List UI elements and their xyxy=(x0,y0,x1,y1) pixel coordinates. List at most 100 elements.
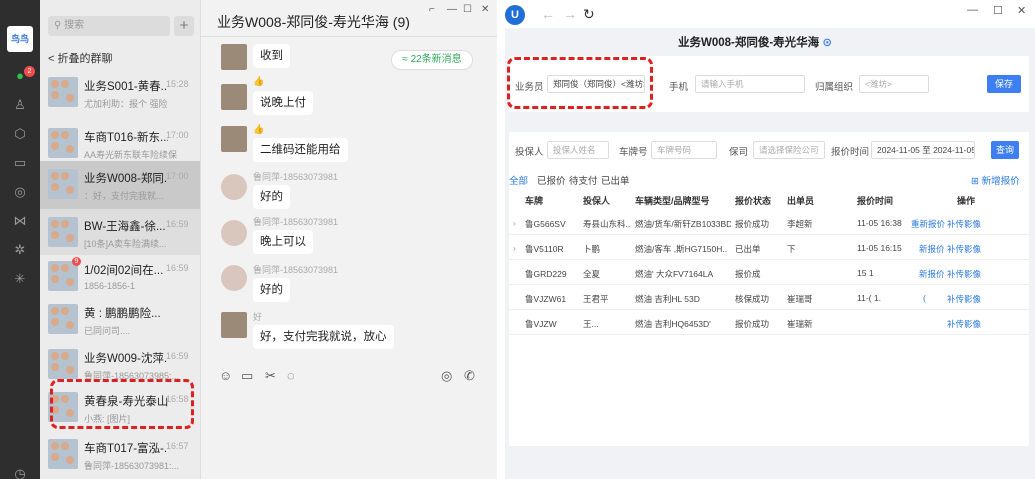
list-item[interactable]: 业务S001-黄春... 15:28 尤加利助：报个 强险 xyxy=(40,69,200,120)
tab-pending-payment[interactable]: 待支付 xyxy=(569,173,598,187)
phone-input[interactable]: 请输入手机 xyxy=(695,75,805,93)
chat-name: 车商T016-新东... xyxy=(84,132,168,144)
settings-icon[interactable]: ✲ xyxy=(12,242,28,258)
group-avatar xyxy=(48,349,78,379)
upload-images-link[interactable]: 补传影像 xyxy=(947,218,981,230)
message-bubble[interactable]: 好的 xyxy=(253,185,290,209)
refresh-icon[interactable]: ↻ xyxy=(583,6,595,23)
chat-preview: 尤加利助：报个 强险 xyxy=(84,99,168,109)
folder-icon[interactable]: ▭ xyxy=(241,368,253,384)
box-icon[interactable]: ⬡ xyxy=(12,126,28,142)
cell-model: 燃油' 大众FV7164LA xyxy=(635,269,714,279)
insured-label: 投保人 xyxy=(515,147,544,158)
voice-call-icon[interactable]: ✆ xyxy=(464,368,475,384)
sender-avatar xyxy=(221,44,247,70)
group-avatar xyxy=(48,128,78,158)
user-avatar[interactable]: 鸟鸟 xyxy=(7,26,33,52)
table-row[interactable]: › 鲁G566SV 寿县山东科... 燃油/货车/新轩ZB1033BD... 报… xyxy=(509,210,1029,235)
phone-label: 手机 xyxy=(669,82,689,93)
upload-images-link[interactable]: 补传影像 xyxy=(947,268,981,280)
query-button[interactable]: 查询 xyxy=(991,141,1019,159)
cell-issuer: 崔瑞哥 xyxy=(787,294,813,304)
chat-time: 16:59 xyxy=(166,351,189,361)
contacts-icon[interactable]: ♙ xyxy=(12,97,28,113)
date-range-input[interactable]: 2024-11-05 至 2024-11-05 xyxy=(871,141,975,159)
sender-avatar xyxy=(221,84,247,110)
message-bubble[interactable]: 好的 xyxy=(253,278,290,302)
scissors-icon[interactable]: ✂ xyxy=(265,368,276,384)
list-item[interactable]: 黄 : 鹏鹏鹏险... 已同问司.... xyxy=(40,296,200,347)
tab-quoted[interactable]: 已报价 xyxy=(537,173,566,187)
add-quote-link[interactable]: ⊞ 新增报价 xyxy=(971,173,1020,187)
chat-history-icon[interactable]: ◌ xyxy=(287,368,295,383)
chat-name: 业务W008-郑同... xyxy=(84,173,168,185)
new-messages-button[interactable]: ≈ 22条新消息 xyxy=(391,50,473,70)
cell-insured: 卜鹏 xyxy=(583,244,601,254)
cell-plate: 鲁V5110R xyxy=(525,244,564,254)
message-bubble[interactable]: 二维码还能用给 xyxy=(253,138,348,162)
folder-icon[interactable]: ▭ xyxy=(12,155,28,171)
maximize-icon[interactable]: ☐ xyxy=(463,4,472,15)
maximize-icon[interactable]: ☐ xyxy=(993,4,1003,17)
minimize-icon[interactable]: — xyxy=(967,4,978,16)
add-button[interactable]: + xyxy=(174,16,194,36)
save-button[interactable]: 保存 xyxy=(987,75,1021,93)
back-arrow-icon[interactable]: ← xyxy=(541,6,555,22)
upload-images-link[interactable]: 补传影像 xyxy=(947,293,981,305)
moments-icon[interactable]: ◎ xyxy=(12,184,28,200)
list-item[interactable]: BW-王海鑫-徐... 16:59 [10条]A卖车险满续... xyxy=(40,209,200,255)
back-folded-groups[interactable]: < 折叠的群聊 xyxy=(48,50,112,66)
chat-time: 17:00 xyxy=(166,130,189,140)
tab-issued[interactable]: 已出单 xyxy=(601,173,630,187)
requote-link[interactable]: 新报价 xyxy=(919,243,945,255)
tab-all[interactable]: 全部 xyxy=(509,173,528,187)
cell-insured: 全夏 xyxy=(583,269,601,279)
pin-icon[interactable]: ⌐ xyxy=(429,4,435,15)
chat-preview: AA寿光新东联车险续保 xyxy=(84,150,178,160)
plate-input[interactable]: 车牌号码 xyxy=(651,141,717,159)
message-bubble[interactable]: 收到 xyxy=(253,44,290,68)
list-item[interactable]: 车商T017-富泓-... 16:57 鲁同萍-18563073981:... xyxy=(40,431,200,479)
browser-logo-icon[interactable]: U xyxy=(505,5,525,25)
forward-arrow-icon[interactable]: → xyxy=(563,6,577,22)
upload-images-link[interactable]: 补传影像 xyxy=(947,318,981,330)
chat-time: 16:59 xyxy=(166,263,189,273)
requote-link[interactable]: 新报价 xyxy=(919,268,945,280)
sender-avatar xyxy=(221,220,247,246)
message-bubble[interactable]: 好，支付完我就说，放心 xyxy=(253,325,394,349)
insurer-select[interactable]: 请选择保险公司 xyxy=(753,141,825,159)
phone-icon[interactable]: ◷ xyxy=(12,466,28,479)
app-rail: 鸟鸟 ● 2 ♙ ⬡ ▭ ◎ ⋈ ✲ ✳ ◷ xyxy=(0,0,40,479)
org-select[interactable]: <潍坊> xyxy=(859,75,929,93)
close-icon[interactable]: ✕ xyxy=(481,4,489,15)
upload-images-link[interactable]: 补传影像 xyxy=(947,243,981,255)
col-time: 报价时间 xyxy=(857,196,894,206)
mini-program-icon[interactable]: ✳ xyxy=(12,271,28,287)
video-call-icon[interactable]: ◎ xyxy=(441,368,452,384)
search-input[interactable]: ⚲ 搜索 xyxy=(48,16,170,36)
cell-issuer: 下 xyxy=(787,244,796,254)
requote-link[interactable]: ( xyxy=(923,293,926,303)
minimize-icon[interactable]: — xyxy=(447,4,457,15)
channels-icon[interactable]: ⋈ xyxy=(12,213,28,229)
insured-input[interactable]: 投保人姓名 xyxy=(547,141,609,159)
expand-icon[interactable]: › xyxy=(513,218,516,228)
table-row[interactable]: 鲁GRD229 全夏 燃油' 大众FV7164LA 报价成 15 1 新报价 补… xyxy=(509,260,1029,285)
group-avatar xyxy=(48,169,78,199)
table-row[interactable]: › 鲁V5110R 卜鹏 燃油/客车 ,斯HG7150H.. 已出单 下 11-… xyxy=(509,235,1029,260)
message-bubble[interactable]: 晚上可以 xyxy=(253,230,313,254)
table-row[interactable]: 鲁VJZW 王... 燃油 吉利HQ6453D' 报价成功 崔瑞新 补传影像 xyxy=(509,310,1029,335)
cell-model: 燃油/客车 ,斯HG7150H.. xyxy=(635,244,728,254)
close-icon[interactable]: ✕ xyxy=(1017,4,1026,17)
expand-icon[interactable]: › xyxy=(513,243,516,253)
chat-time: 16:59 xyxy=(166,219,189,229)
divider xyxy=(201,36,498,37)
message-bubble[interactable]: 说晚上付 xyxy=(253,91,313,115)
list-item-selected[interactable]: 业务W008-郑同... 17:00 ：好，支付完我就... xyxy=(40,161,200,209)
requote-link[interactable]: 重新报价 xyxy=(911,218,945,230)
table-row[interactable]: 鲁VJZW61 王君平 燃油 吉利HL 53D 核保成功 崔瑞哥 11-( 1.… xyxy=(509,285,1029,310)
annotation-chat-highlight xyxy=(50,379,194,429)
cell-insured: 王君平 xyxy=(583,294,609,304)
cell-status: 已出单 xyxy=(735,244,761,254)
emoji-icon[interactable]: ☺ xyxy=(219,368,232,383)
